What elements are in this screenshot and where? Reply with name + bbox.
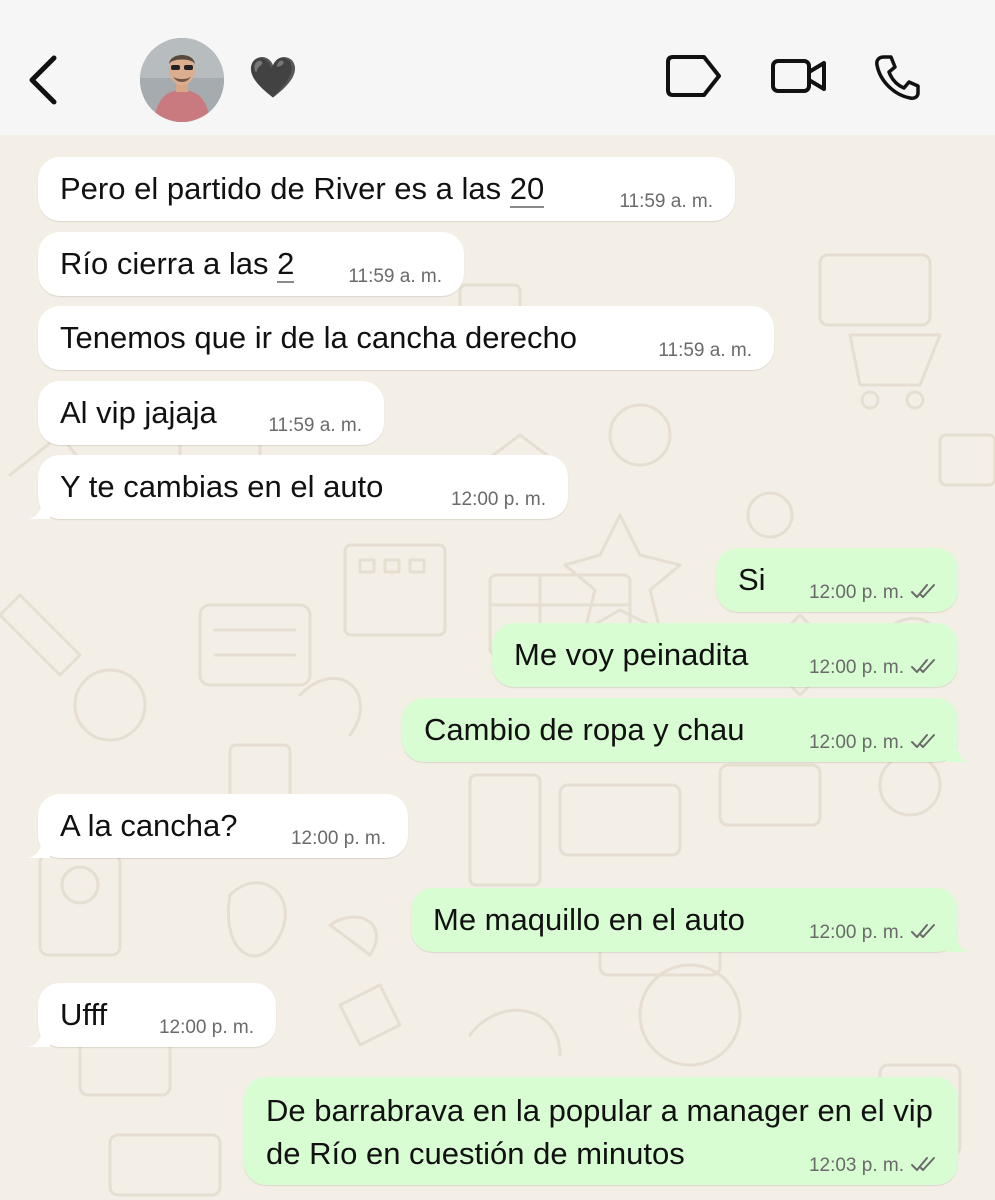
message-time-with-status: 12:03 p. m. [809, 1155, 938, 1177]
bubble-tail [946, 928, 970, 952]
message-bubble-incoming[interactable]: Río cierra a las 2 11:59 a. m. [38, 232, 464, 296]
message-text: Si [738, 562, 766, 597]
message-bubble-incoming[interactable]: Tenemos que ir de la cancha derecho 11:5… [38, 306, 774, 370]
video-camera-icon[interactable] [770, 52, 828, 100]
chat-header: 🖤 [0, 0, 995, 135]
message-bubble-incoming[interactable]: A la cancha? 12:00 p. m. [28, 794, 408, 858]
bubble-tail [946, 738, 970, 762]
phone-icon[interactable] [872, 52, 922, 102]
message-text: Me maquillo en el auto [433, 902, 745, 937]
message-text: Pero el partido de River es a las 20 [60, 171, 545, 208]
message-text: Y te cambias en el auto [60, 469, 384, 504]
message-bubble-outgoing[interactable]: Cambio de ropa y chau 12:00 p. m. [402, 698, 970, 762]
contact-name[interactable]: 🖤 [248, 56, 298, 100]
message-time: 11:59 a. m. [619, 191, 713, 212]
message-text-part: Río cierra a las [60, 246, 278, 281]
read-ticks-icon [911, 584, 935, 598]
message-time: 11:59 a. m. [268, 415, 362, 436]
message-time: 11:59 a. m. [348, 266, 442, 287]
message-text: Tenemos que ir de la cancha derecho [60, 320, 577, 355]
message-time: 12:00 p. m. [450, 489, 546, 510]
read-ticks-icon [911, 924, 935, 938]
message-time-with-status: 12:00 p. m. [809, 657, 938, 679]
message-text: Al vip jajaja [60, 395, 217, 430]
message-bubble-incoming[interactable]: Y te cambias en el auto 12:00 p. m. [28, 455, 568, 519]
bubble-tail [28, 836, 50, 858]
message-time-with-status: 12:00 p. m. [809, 732, 938, 754]
message-text: Río cierra a las 2 [60, 246, 295, 283]
chat-area[interactable]: Pero el partido de River es a las 20 11:… [0, 135, 995, 1200]
message-bubble-incoming[interactable]: Al vip jajaja 11:59 a. m. [38, 381, 384, 445]
avatar[interactable] [140, 38, 224, 122]
message-bubble-outgoing[interactable]: Si 12:00 p. m. [716, 548, 958, 612]
read-ticks-icon [911, 734, 935, 748]
bubble-tail [28, 497, 50, 519]
date-link[interactable]: 2 [277, 246, 295, 283]
message-time: 12:00 p. m. [808, 657, 904, 678]
message-text: Ufff [60, 997, 108, 1032]
message-time-with-status: 12:00 p. m. [809, 922, 938, 944]
message-time: 12:03 p. m. [808, 1155, 904, 1176]
message-time: 12:00 p. m. [290, 828, 386, 849]
message-text-part: Pero el partido de River es a las [60, 171, 510, 206]
message-bubble-incoming[interactable]: Pero el partido de River es a las 20 11:… [38, 157, 735, 221]
message-time: 12:00 p. m. [808, 922, 904, 943]
read-ticks-icon [911, 1157, 935, 1171]
message-text: Me voy peinadita [514, 637, 749, 672]
date-link[interactable]: 20 [509, 171, 545, 208]
read-ticks-icon [911, 659, 935, 673]
back-chevron-icon[interactable] [22, 52, 66, 108]
message-text: A la cancha? [60, 808, 238, 843]
message-bubble-incoming[interactable]: Ufff 12:00 p. m. [28, 983, 276, 1047]
message-time-with-status: 12:00 p. m. [809, 582, 938, 604]
label-tag-icon[interactable] [664, 52, 724, 100]
message-bubble-outgoing[interactable]: Me voy peinadita 12:00 p. m. [492, 623, 958, 687]
message-time: 12:00 p. m. [158, 1017, 254, 1038]
message-bubble-outgoing[interactable]: Me maquillo en el auto 12:00 p. m. [411, 888, 970, 952]
message-bubble-outgoing[interactable]: De barrabrava en la popular a manager en… [244, 1077, 958, 1185]
bubble-tail [28, 1025, 50, 1047]
message-time: 12:00 p. m. [808, 732, 904, 753]
message-text: Cambio de ropa y chau [424, 712, 745, 747]
message-time: 11:59 a. m. [658, 340, 752, 361]
message-time: 12:00 p. m. [808, 582, 904, 603]
avatar-photo [140, 38, 224, 122]
